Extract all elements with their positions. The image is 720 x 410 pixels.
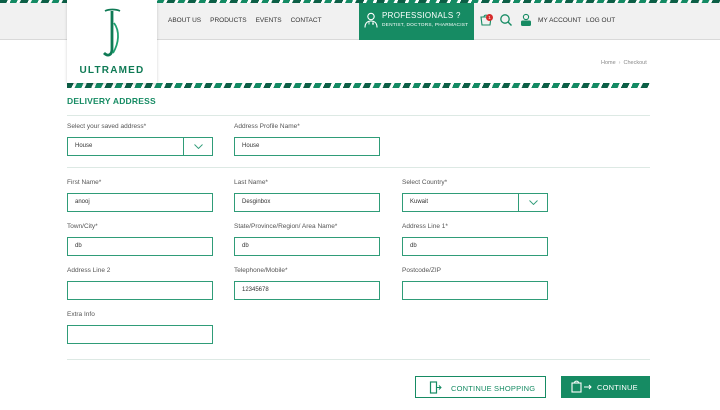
- postcode-input[interactable]: [402, 281, 548, 300]
- search-icon[interactable]: [499, 13, 513, 27]
- ultramed-logo-icon: [103, 8, 121, 57]
- continue-label: CONTINUE: [597, 383, 638, 392]
- telephone-label: Telephone/Mobile*: [234, 267, 288, 274]
- user-icon[interactable]: [519, 13, 533, 27]
- last-name-label: Last Name*: [234, 179, 268, 186]
- professionals-button[interactable]: PROFESSIONALS ? DENTIST, DOCTORS, PHARMA…: [359, 3, 474, 40]
- town-label: Town/City*: [67, 223, 98, 230]
- bag-arrow-icon: [571, 380, 592, 393]
- province-label: State/Province/Region/ Area Name*: [234, 223, 338, 230]
- breadcrumb-home[interactable]: Home: [601, 60, 616, 66]
- chevron-down-icon: [529, 200, 538, 205]
- professionals-title: PROFESSIONALS ?: [382, 11, 461, 20]
- professionals-subtitle: DENTIST, DOCTORS, PHARMACIST: [382, 23, 469, 28]
- main-nav: ABOUT US PRODUCTS EVENTS CONTACT: [168, 17, 322, 24]
- breadcrumb: Home › Checkout: [601, 60, 647, 66]
- first-name-label: First Name*: [67, 179, 102, 186]
- last-name-input[interactable]: Desginbox: [234, 193, 380, 212]
- address-line-1-input[interactable]: db: [402, 237, 548, 256]
- telephone-input[interactable]: 12345678: [234, 281, 380, 300]
- country-label: Select Country*: [402, 179, 448, 186]
- continue-shopping-button[interactable]: CONTINUE SHOPPING: [415, 376, 546, 398]
- doctor-icon: [364, 12, 378, 28]
- first-name-input[interactable]: anooj: [67, 193, 213, 212]
- address-line-1-label: Address Line 1*: [402, 223, 448, 230]
- saved-address-value: House: [75, 143, 93, 149]
- extra-info-input[interactable]: [67, 325, 213, 344]
- continue-shopping-label: CONTINUE SHOPPING: [451, 384, 536, 393]
- address-line-2-input[interactable]: [67, 281, 213, 300]
- postcode-label: Postcode/ZIP: [402, 267, 442, 274]
- brand-name: ULTRAMED: [79, 65, 145, 76]
- logout-link[interactable]: LOG OUT: [586, 17, 615, 24]
- continue-button[interactable]: CONTINUE: [561, 376, 650, 398]
- nav-events[interactable]: EVENTS: [256, 17, 282, 24]
- country-dropdown-toggle[interactable]: [518, 194, 547, 211]
- nav-about-us[interactable]: ABOUT US: [168, 17, 201, 24]
- breadcrumb-separator-icon: ›: [618, 60, 621, 66]
- saved-address-label: Select your saved address*: [67, 123, 147, 130]
- divider: [67, 115, 650, 116]
- breadcrumb-current: Checkout: [623, 60, 647, 66]
- divider: [67, 167, 650, 168]
- saved-address-select[interactable]: House: [67, 137, 213, 156]
- extra-info-label: Extra Info: [67, 311, 95, 318]
- site-logo[interactable]: ULTRAMED: [67, 0, 157, 83]
- page-title: DELIVERY ADDRESS: [67, 96, 156, 106]
- divider: [67, 359, 650, 360]
- address-line-2-label: Address Line 2: [67, 267, 111, 274]
- profile-name-label: Address Profile Name*: [234, 123, 300, 130]
- nav-products[interactable]: PRODUCTS: [210, 17, 246, 24]
- town-input[interactable]: db: [67, 237, 213, 256]
- my-account-link[interactable]: MY ACCOUNT: [538, 17, 581, 24]
- decorative-band: [67, 83, 650, 88]
- country-value: Kuwait: [410, 199, 429, 205]
- nav-contact[interactable]: CONTACT: [291, 17, 322, 24]
- cart-count-badge: 1: [486, 14, 493, 21]
- exit-door-icon: [429, 381, 442, 394]
- profile-name-input[interactable]: House: [234, 137, 380, 156]
- chevron-down-icon: [194, 144, 203, 149]
- province-input[interactable]: db: [234, 237, 380, 256]
- country-select[interactable]: Kuwait: [402, 193, 548, 212]
- saved-address-dropdown-toggle[interactable]: [183, 138, 212, 155]
